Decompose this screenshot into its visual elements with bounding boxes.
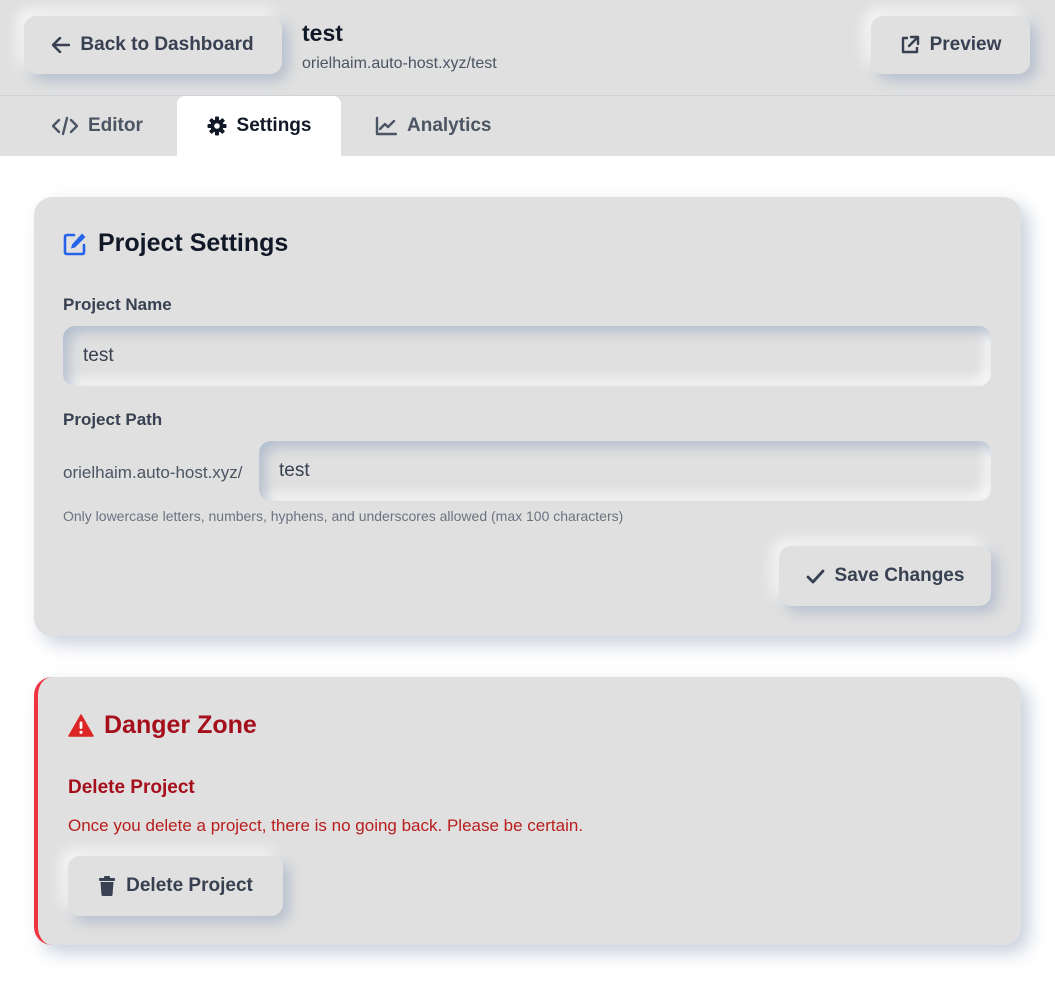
danger-zone-heading: Danger Zone <box>68 711 257 740</box>
delete-project-heading: Delete Project <box>68 777 195 798</box>
tab-analytics[interactable]: Analytics <box>375 96 491 156</box>
external-link-icon <box>900 35 920 55</box>
project-name-value: test <box>83 345 114 366</box>
top-header: Back to Dashboard test orielhaim.auto-ho… <box>0 0 1055 96</box>
tab-settings-label: Settings <box>236 115 312 136</box>
delete-warning-text: Once you delete a project, there is no g… <box>68 816 584 835</box>
arrow-left-icon <box>52 37 71 53</box>
preview-button[interactable]: Preview <box>871 16 1030 74</box>
save-changes-label: Save Changes <box>834 565 965 586</box>
danger-zone-card: Danger Zone Delete Project Once you dele… <box>34 677 1021 945</box>
edit-icon <box>62 231 88 257</box>
project-settings-card: Project Settings Project Name test Proje… <box>34 197 1021 636</box>
delete-project-label: Delete Project <box>126 875 253 896</box>
project-name-input[interactable]: test <box>63 326 991 386</box>
project-url: orielhaim.auto-host.xyz/test <box>302 55 497 72</box>
check-icon <box>806 569 825 584</box>
save-changes-button[interactable]: Save Changes <box>779 546 991 606</box>
tab-settings[interactable]: Settings <box>177 96 341 156</box>
chart-line-icon <box>375 116 397 136</box>
project-name-label: Project Name <box>63 295 172 314</box>
page-title: test <box>302 20 343 46</box>
project-path-label: Project Path <box>63 410 163 429</box>
code-icon <box>52 116 78 136</box>
project-path-prefix: orielhaim.auto-host.xyz/ <box>63 463 243 482</box>
gear-icon <box>207 116 227 136</box>
danger-zone-title: Danger Zone <box>104 711 257 739</box>
tab-editor-label: Editor <box>88 115 143 136</box>
tab-bar: Editor Settings Analytics <box>0 96 1055 156</box>
preview-label: Preview <box>929 34 1002 55</box>
project-settings-title: Project Settings <box>98 229 289 257</box>
project-path-input[interactable]: test <box>259 441 991 501</box>
warning-icon <box>68 714 94 737</box>
tab-editor[interactable]: Editor <box>52 96 143 156</box>
back-label: Back to Dashboard <box>80 34 254 55</box>
back-to-dashboard-button[interactable]: Back to Dashboard <box>24 16 282 74</box>
tab-analytics-label: Analytics <box>407 115 492 136</box>
delete-project-button[interactable]: Delete Project <box>68 856 283 916</box>
project-path-hint: Only lowercase letters, numbers, hyphens… <box>63 508 624 524</box>
project-settings-heading: Project Settings <box>62 229 288 258</box>
project-path-value: test <box>279 460 310 481</box>
trash-icon <box>98 875 116 897</box>
